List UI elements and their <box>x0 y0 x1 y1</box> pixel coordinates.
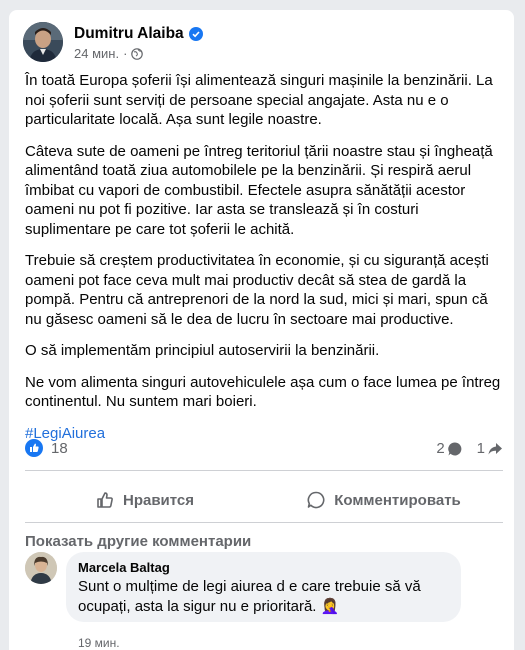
like-button[interactable]: Нравится <box>25 478 264 522</box>
author-name-row: Dumitru Alaiba <box>74 25 203 43</box>
comment-bubble: Marcela Baltag Sunt o mulțime de legi ai… <box>66 552 461 622</box>
globe-icon[interactable] <box>131 47 144 60</box>
more-comments-link[interactable]: Показать другие комментарии <box>25 533 251 550</box>
comment-text: Sunt o mulțime de legi aiurea d e care t… <box>78 577 449 617</box>
comment-time[interactable]: 19 мин. <box>78 636 120 650</box>
post-card: Dumitru Alaiba 24 мин. · În toată Europa… <box>9 10 514 650</box>
facepalm-emoji: 🤦‍♀️ <box>320 598 340 615</box>
post-paragraph: Ne vom alimenta singuri autovehiculele a… <box>25 373 501 411</box>
comment-button-label: Комментировать <box>334 491 461 509</box>
author-avatar[interactable] <box>23 22 63 62</box>
post-paragraph: O să implementăm principiul autoservirii… <box>25 342 380 359</box>
like-reaction-icon[interactable] <box>25 439 43 457</box>
share-arrow-icon <box>488 442 502 454</box>
like-button-label: Нравится <box>122 491 195 509</box>
commenter-avatar[interactable] <box>25 552 57 584</box>
author-name[interactable]: Dumitru Alaiba <box>74 25 184 43</box>
post-meta: 24 мин. · <box>74 46 144 61</box>
commenter-name[interactable]: Marcela Baltag <box>78 560 449 576</box>
post-stats: 18 2 1 <box>25 437 503 463</box>
share-count[interactable]: 1 <box>477 440 503 457</box>
post-paragraph: În toată Europa șoferii își alimentează … <box>25 72 493 128</box>
post-body: În toată Europa șoferii își alimentează … <box>25 71 503 455</box>
post-actions: Нравится Комментировать <box>25 478 503 522</box>
post-time[interactable]: 24 мин. <box>74 46 119 61</box>
comment-bubble-icon <box>447 441 462 455</box>
post-paragraph: Câteva sute de oameni pe întreg teritori… <box>25 142 493 238</box>
reaction-count[interactable]: 18 <box>51 440 68 457</box>
comment-count-value: 2 <box>436 440 445 457</box>
divider <box>25 522 503 523</box>
share-count-value: 1 <box>476 440 485 457</box>
post-header: Dumitru Alaiba 24 мин. · <box>23 22 503 64</box>
comment-count[interactable]: 2 <box>436 440 462 457</box>
post-paragraph: Trebuie să creștem productivitatea în ec… <box>25 252 489 328</box>
comment-button[interactable]: Комментировать <box>264 478 503 522</box>
comment-icon <box>307 491 325 509</box>
comment-text-body: Sunt o mulțime de legi aiurea d e care t… <box>78 578 421 615</box>
dot-separator: · <box>123 46 128 61</box>
verified-badge-icon <box>188 27 203 41</box>
divider <box>25 470 503 471</box>
stats-right: 2 1 <box>436 440 503 457</box>
thumbs-up-icon <box>97 492 113 508</box>
